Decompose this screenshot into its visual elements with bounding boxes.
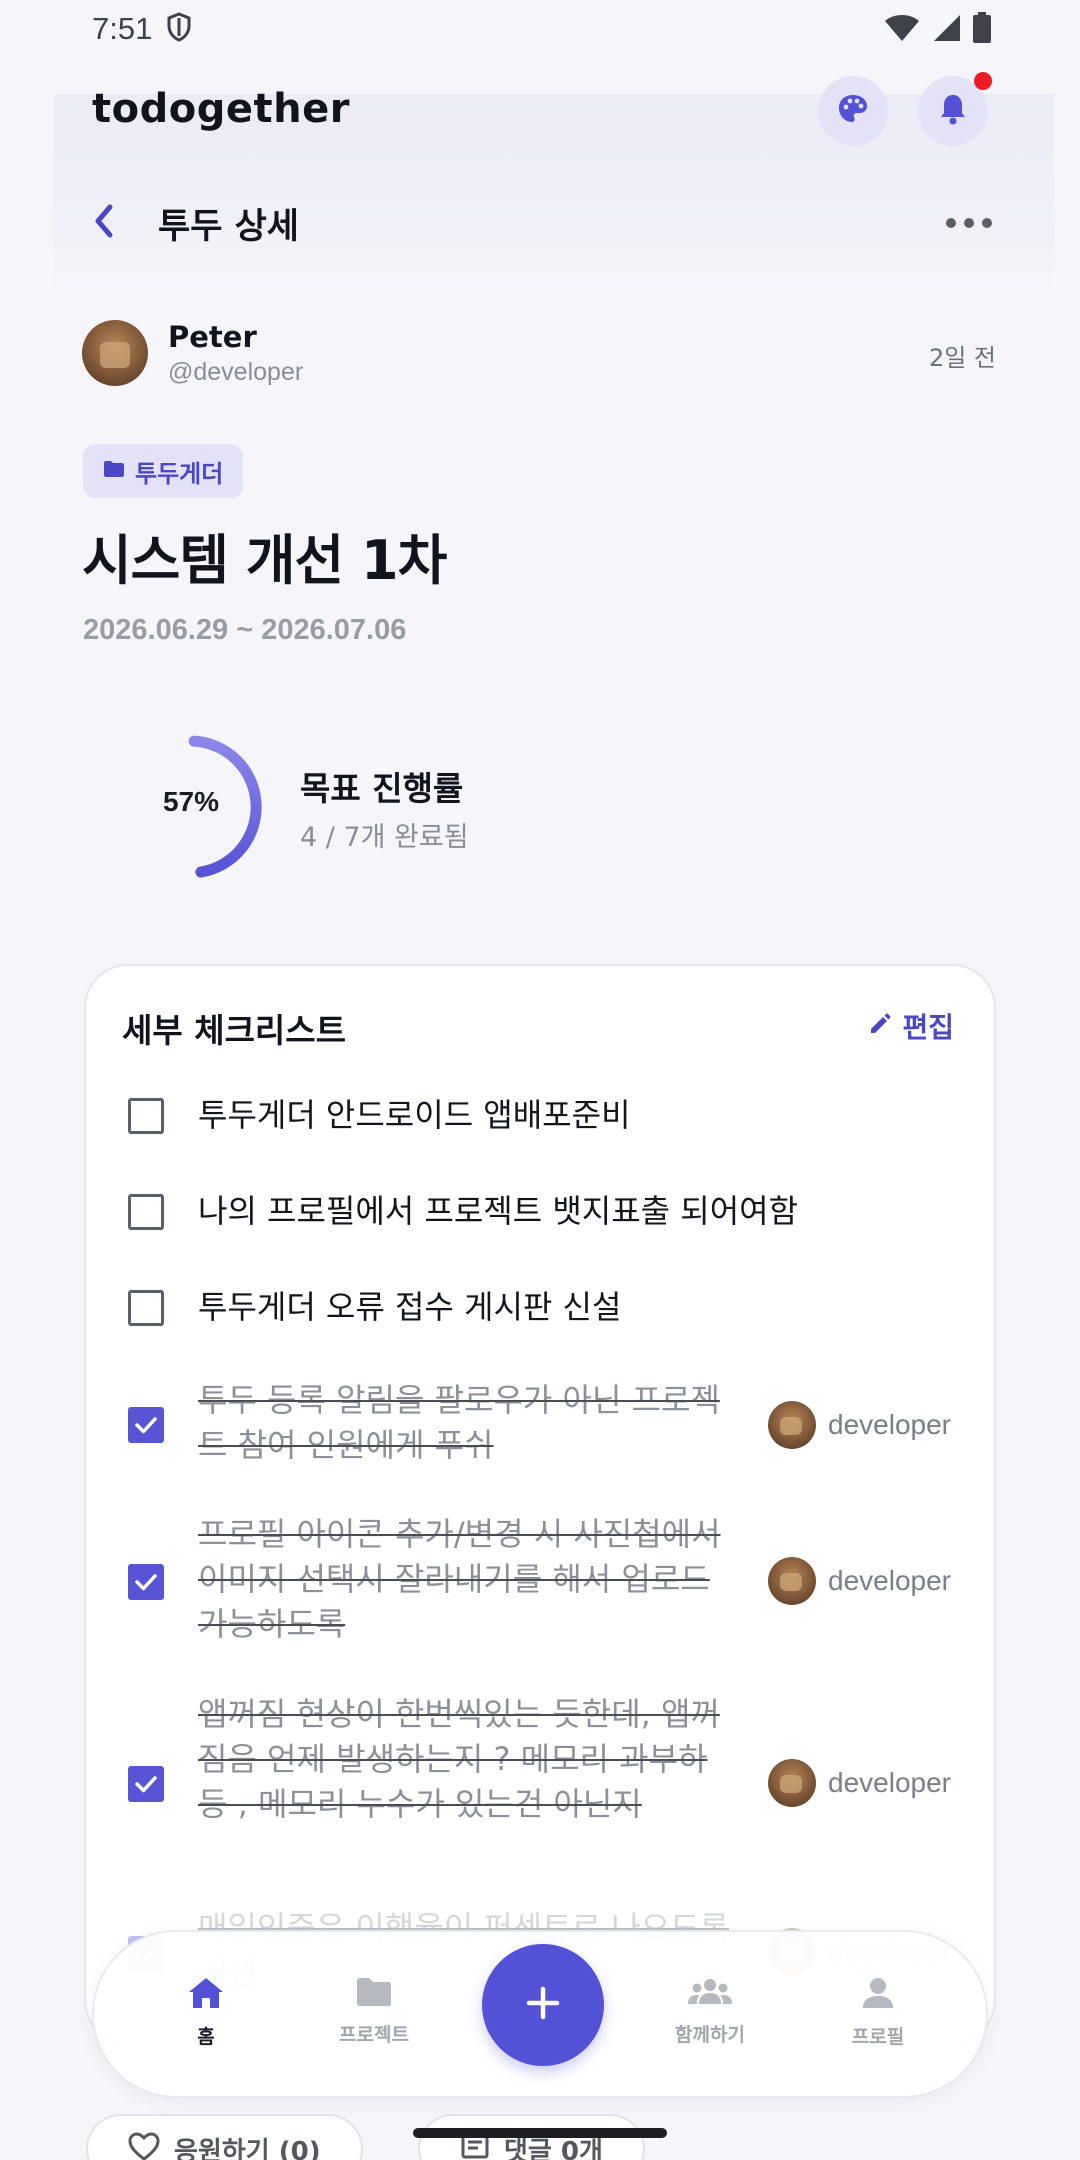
nav-profile-label: 프로필 [851,2026,905,2048]
author-handle: @developer [168,358,304,386]
assignee-name: developer [828,1409,951,1440]
checkbox-checked[interactable] [128,1407,164,1443]
home-indicator [413,2128,667,2138]
status-icons [884,12,992,48]
folder-icon [355,1976,393,2012]
progress-percent: 57% [162,786,220,817]
group-icon [687,1976,733,2012]
home-icon [187,1976,225,2014]
checkbox-checked[interactable] [128,1564,164,1600]
cheer-label: 응원하기 (0) [174,2136,321,2160]
app-title: todogether [92,86,350,132]
checklist-item[interactable]: 앱꺼짐 현상이 한번씩있는 듯한데, 앱꺼짐음 언제 발생하는지 ? 메모리 과… [86,1686,994,1876]
todo-dates: 2026.06.29 ~ 2026.07.06 [83,614,407,646]
nav-profile[interactable]: 프로필 [818,1976,938,2049]
assignee: developer [768,1557,951,1605]
signal-icon [930,13,962,47]
heart-icon [128,2132,160,2160]
status-bar: 7:51 [0,0,1080,58]
assignee-avatar [768,1759,816,1807]
checklist-item-text: 투두게더 안드로이드 앱배포준비 [198,1096,631,1134]
pencil-icon [868,1012,892,1040]
checklist-item[interactable]: 투두게더 안드로이드 앱배포준비 [86,1076,994,1156]
check-icon [135,1417,157,1434]
posted-time: 2일 전 [928,344,996,372]
progress-summary: 4 / 7개 완료됨 [300,822,469,853]
notification-badge [974,72,992,90]
add-todo-button[interactable] [482,1944,604,2066]
checklist-item-text: 투두게더 오류 접수 게시판 신설 [198,1288,622,1326]
progress-label: 목표 진행률 [300,769,464,808]
chevron-left-icon [92,203,116,243]
palette-icon [836,92,870,130]
author-name[interactable]: Peter [168,320,257,354]
more-options-button[interactable] [946,208,992,238]
folder-icon [103,460,125,482]
checklist-card: 세부 체크리스트 편집 투두게더 안드로이드 앱배포준비 나의 프로필에서 프로… [84,964,996,2044]
bell-icon [938,92,968,130]
checklist-item[interactable]: 나의 프로필에서 프로젝트 뱃지표출 되어여함 [86,1172,994,1252]
plus-icon [525,1985,561,2025]
nav-home-label: 홈 [197,2026,215,2048]
checkbox-checked[interactable] [128,1766,164,1802]
assignee: developer [768,1401,951,1449]
shield-icon [166,12,192,46]
page-title: 투두 상세 [158,207,299,247]
person-icon [861,1976,895,2014]
wifi-icon [884,13,920,47]
nav-projects[interactable]: 프로젝트 [314,1976,434,2047]
nav-together-label: 함께하기 [675,2024,745,2046]
checklist-item-text: 나의 프로필에서 프로젝트 뱃지표출 되어여함 [198,1192,799,1230]
checkbox[interactable] [128,1098,164,1134]
nav-together[interactable]: 함께하기 [650,1976,770,2047]
more-dot [946,218,956,228]
checkbox[interactable] [128,1290,164,1326]
todo-title: 시스템 개선 1차 [82,529,447,592]
nav-home[interactable]: 홈 [146,1976,266,2049]
project-chip[interactable]: 투두게더 [83,444,244,498]
more-dot [964,218,974,228]
assignee-name: developer [828,1767,951,1798]
nav-projects-label: 프로젝트 [339,2024,409,2046]
more-dot [982,218,992,228]
author-avatar[interactable] [82,320,148,386]
theme-button[interactable] [818,76,888,146]
assignee: developer [768,1759,951,1807]
status-time: 7:51 [92,11,153,46]
checklist-item-text: 투두 등록 알림을 팔로우가 아닌 프로젝트 참여 인원에게 푸쉬 [198,1381,720,1464]
checklist-title: 세부 체크리스트 [122,1011,347,1050]
checklist-item-text: 프로필 아이콘 추가/변경 시 사진첩에서 이미지 선택시 잘라내기를 해서 업… [198,1515,721,1643]
assignee-avatar [768,1557,816,1605]
checklist-item[interactable]: 프로필 아이콘 추가/변경 시 사진첩에서 이미지 선택시 잘라내기를 해서 업… [86,1506,994,1656]
edit-label: 편집 [902,1011,954,1044]
checklist-item[interactable]: 투두 등록 알림을 팔로우가 아닌 프로젝트 참여 인원에게 푸쉬 develo… [86,1366,994,1486]
back-button[interactable] [92,200,132,246]
cheer-button[interactable]: 응원하기 (0) [86,2114,363,2160]
battery-icon [972,12,992,48]
assignee-name: developer [828,1565,951,1596]
checkbox[interactable] [128,1194,164,1230]
assignee-avatar [768,1401,816,1449]
bottom-navigation: 홈 프로젝트 함께하기 프로필 [92,1930,988,2098]
edit-checklist-button[interactable]: 편집 [868,1006,954,1046]
check-icon [135,1574,157,1591]
check-icon [135,1776,157,1793]
checklist-item-text: 앱꺼짐 현상이 한번씩있는 듯한데, 앱꺼짐음 언제 발생하는지 ? 메모리 과… [198,1695,720,1823]
checklist-item[interactable]: 투두게더 오류 접수 게시판 신설 [86,1268,994,1348]
project-chip-label: 투두게더 [135,459,224,488]
